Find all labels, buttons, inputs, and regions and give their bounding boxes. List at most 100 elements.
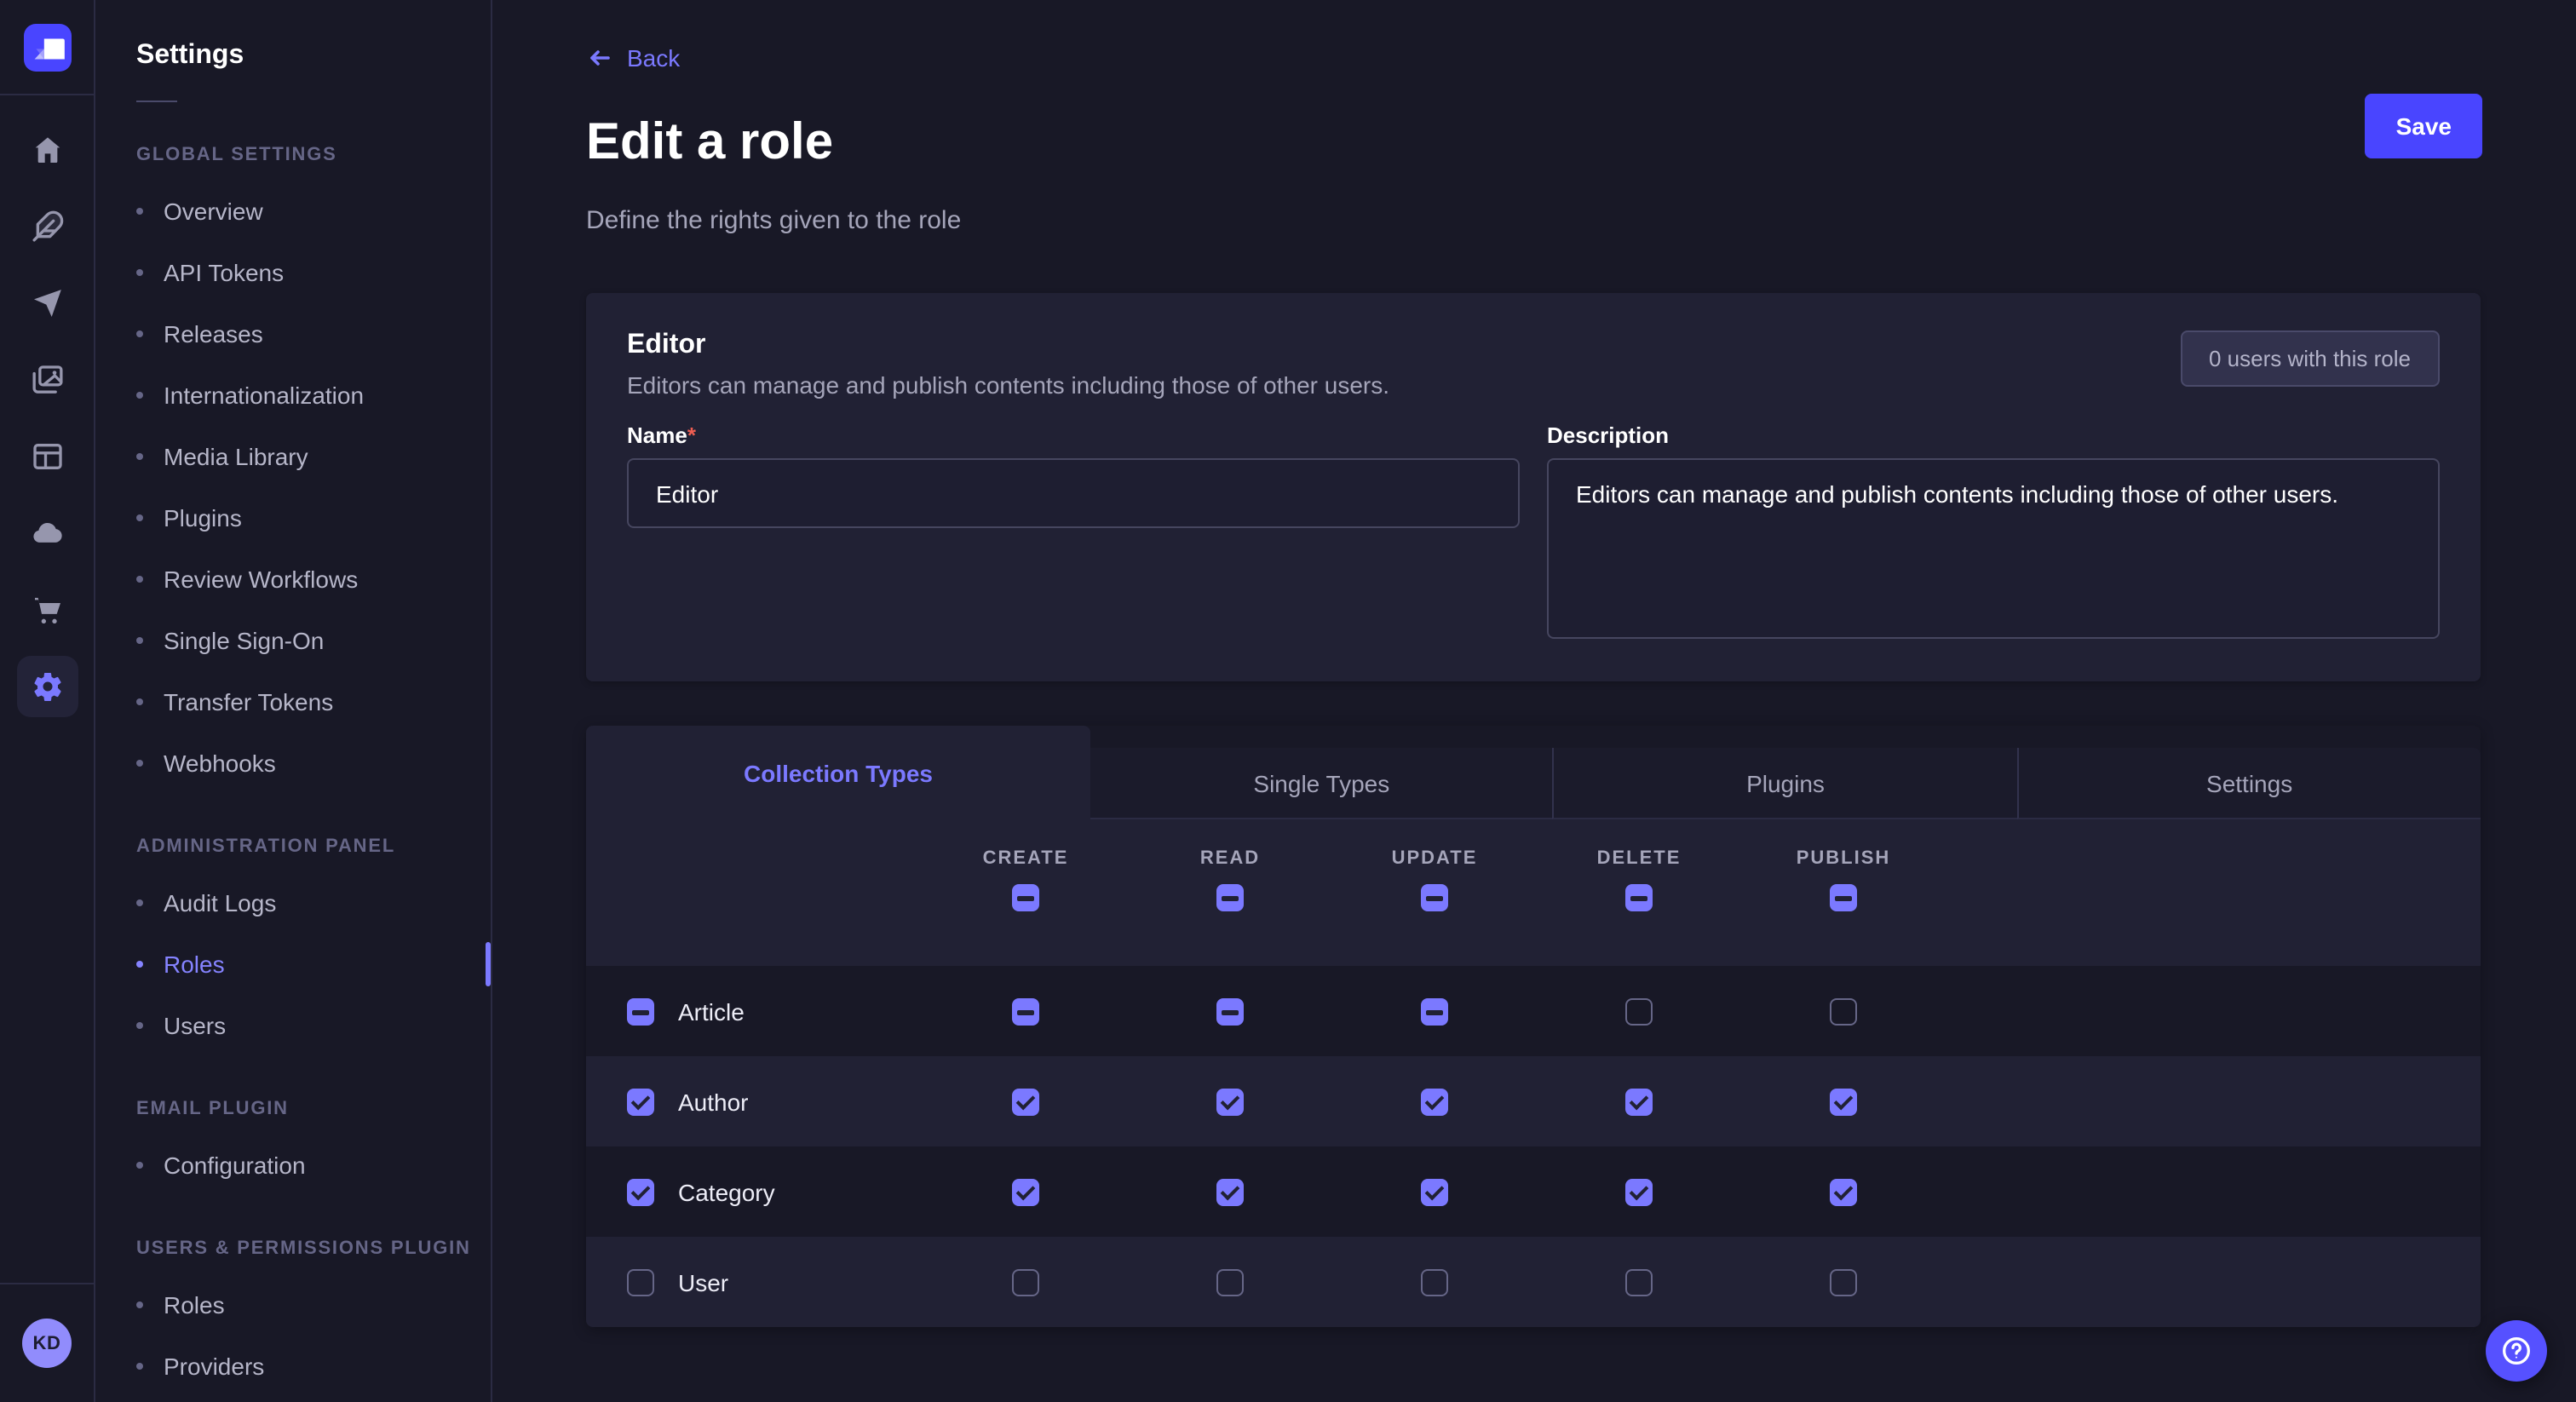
row-checkbox-user[interactable]	[627, 1268, 654, 1296]
entity-cell: Author	[586, 1088, 923, 1115]
sidebar-section-administration-panel: ADMINISTRATION PANELAudit LogsRolesUsers	[136, 831, 491, 1056]
bullet-dot-icon	[136, 899, 143, 906]
sidebar-item-media-library[interactable]: Media Library	[136, 426, 491, 487]
strapi-logo-glyph	[23, 23, 71, 71]
save-button[interactable]: Save	[2366, 94, 2482, 158]
select-all-delete-checkbox[interactable]	[1625, 884, 1653, 911]
rail-item-feather[interactable]	[26, 206, 67, 247]
back-link[interactable]: Back	[586, 44, 680, 72]
rail-item-gear[interactable]	[16, 656, 78, 717]
category-update-checkbox[interactable]	[1421, 1178, 1448, 1205]
question-mark-icon	[2499, 1334, 2533, 1368]
sidebar-section-global-settings: GLOBAL SETTINGS OverviewAPI Tokens Release…	[136, 140, 491, 794]
sidebar-item-audit-logs[interactable]: Audit Logs	[136, 872, 491, 934]
user-read-checkbox[interactable]	[1216, 1268, 1244, 1296]
entity-label: Author	[678, 1088, 749, 1115]
sidebar-item-internationalization[interactable]: Internationalization	[136, 365, 491, 426]
author-read-checkbox[interactable]	[1216, 1088, 1244, 1115]
tab-settings[interactable]: Settings	[2016, 748, 2481, 819]
author-delete-checkbox[interactable]	[1625, 1088, 1653, 1115]
sidebar-item-label: Media Library	[164, 443, 308, 470]
rail-nav	[16, 95, 78, 1283]
bullet-dot-icon	[136, 637, 143, 644]
author-publish-checkbox[interactable]	[1830, 1088, 1857, 1115]
avatar[interactable]: KD	[22, 1319, 72, 1368]
article-publish-checkbox[interactable]	[1830, 997, 1857, 1025]
user-publish-checkbox[interactable]	[1830, 1268, 1857, 1296]
tab-collection-types[interactable]: Collection Types	[586, 726, 1090, 819]
permissions-rows: ArticleAuthorCategoryUser	[586, 966, 2481, 1327]
sidebar-item-api-tokens[interactable]: API Tokens	[136, 242, 491, 303]
rail-item-cart[interactable]	[26, 589, 67, 630]
rail-item-layout[interactable]	[26, 436, 67, 477]
article-create-checkbox[interactable]	[1012, 997, 1039, 1025]
user-update-checkbox[interactable]	[1421, 1268, 1448, 1296]
bullet-dot-icon	[136, 269, 143, 276]
permissions-panel: Collection TypesSingle TypesPluginsSetti…	[586, 726, 2481, 1327]
article-update-checkbox[interactable]	[1421, 997, 1448, 1025]
rail-item-send[interactable]	[26, 283, 67, 324]
select-all-publish-checkbox[interactable]	[1830, 884, 1857, 911]
sidebar-section-label: GLOBAL SETTINGS	[136, 140, 491, 170]
rail-user-section: KD	[0, 1283, 94, 1402]
tab-single-types[interactable]: Single Types	[1090, 748, 1553, 819]
sidebar-item-releases[interactable]: Releases	[136, 303, 491, 365]
sidebar-item-providers[interactable]: Providers	[136, 1336, 491, 1397]
description-textarea[interactable]: Editors can manage and publish contents …	[1547, 458, 2440, 639]
users-with-role-button[interactable]: 0 users with this role	[2180, 330, 2440, 387]
sidebar-item-single-sign-on[interactable]: Single Sign-On	[136, 610, 491, 671]
sidebar-item-overview[interactable]: Overview	[136, 181, 491, 242]
tab-plugins[interactable]: Plugins	[1553, 748, 2017, 819]
main-content: Back Edit a role Define the rights given…	[492, 0, 2576, 1402]
row-checkbox-category[interactable]	[627, 1178, 654, 1205]
sidebar-section-label: USERS & PERMISSIONS PLUGIN	[136, 1233, 491, 1264]
row-checkbox-article[interactable]	[627, 997, 654, 1025]
images-icon	[30, 363, 64, 397]
row-checkbox-author[interactable]	[627, 1088, 654, 1115]
sidebar-item-label: Users	[164, 1012, 226, 1039]
rail-item-images[interactable]	[26, 359, 67, 400]
sidebar-item-roles[interactable]: Roles	[136, 1274, 491, 1336]
category-delete-checkbox[interactable]	[1625, 1178, 1653, 1205]
home-icon	[30, 133, 64, 167]
permission-row-author: Author	[586, 1056, 2481, 1146]
author-update-checkbox[interactable]	[1421, 1088, 1448, 1115]
bullet-dot-icon	[136, 514, 143, 521]
sidebar-item-webhooks[interactable]: Webhooks	[136, 733, 491, 794]
sidebar-item-label: Releases	[164, 320, 263, 348]
user-create-checkbox[interactable]	[1012, 1268, 1039, 1296]
sidebar-divider	[136, 101, 177, 102]
select-all-create-checkbox[interactable]	[1012, 884, 1039, 911]
sidebar-item-users[interactable]: Users	[136, 995, 491, 1056]
category-publish-checkbox[interactable]	[1830, 1178, 1857, 1205]
sidebar-section-email-plugin: EMAIL PLUGINConfiguration	[136, 1094, 491, 1196]
article-delete-checkbox[interactable]	[1625, 997, 1653, 1025]
column-header-publish: PUBLISH	[1797, 848, 1891, 869]
sidebar-item-label: Plugins	[164, 504, 242, 531]
category-create-checkbox[interactable]	[1012, 1178, 1039, 1205]
role-fields: Name* Description Editors can manage and…	[627, 422, 2440, 647]
permissions-tabbar: Collection TypesSingle TypesPluginsSetti…	[586, 726, 2481, 819]
bullet-dot-icon	[136, 1162, 143, 1169]
category-read-checkbox[interactable]	[1216, 1178, 1244, 1205]
select-all-read-checkbox[interactable]	[1216, 884, 1244, 911]
bullet-dot-icon	[136, 330, 143, 337]
sidebar-item-roles[interactable]: Roles	[136, 934, 491, 995]
rail-item-home[interactable]	[26, 129, 67, 170]
name-input[interactable]	[627, 458, 1520, 528]
strapi-logo-icon[interactable]	[23, 23, 71, 71]
author-create-checkbox[interactable]	[1012, 1088, 1039, 1115]
sidebar-item-plugins[interactable]: Plugins	[136, 487, 491, 549]
help-button[interactable]	[2486, 1320, 2547, 1382]
select-all-update-checkbox[interactable]	[1421, 884, 1448, 911]
sidebar-item-review-workflows[interactable]: Review Workflows	[136, 549, 491, 610]
user-delete-checkbox[interactable]	[1625, 1268, 1653, 1296]
entity-label: User	[678, 1268, 728, 1296]
sidebar-item-label: Configuration	[164, 1152, 306, 1179]
permissions-header: CREATEREADUPDATEDELETEPUBLISH	[586, 819, 2481, 966]
sidebar-item-transfer-tokens[interactable]: Transfer Tokens	[136, 671, 491, 733]
feather-icon	[30, 210, 64, 244]
article-read-checkbox[interactable]	[1216, 997, 1244, 1025]
rail-item-cloud[interactable]	[26, 513, 67, 554]
sidebar-item-configuration[interactable]: Configuration	[136, 1135, 491, 1196]
